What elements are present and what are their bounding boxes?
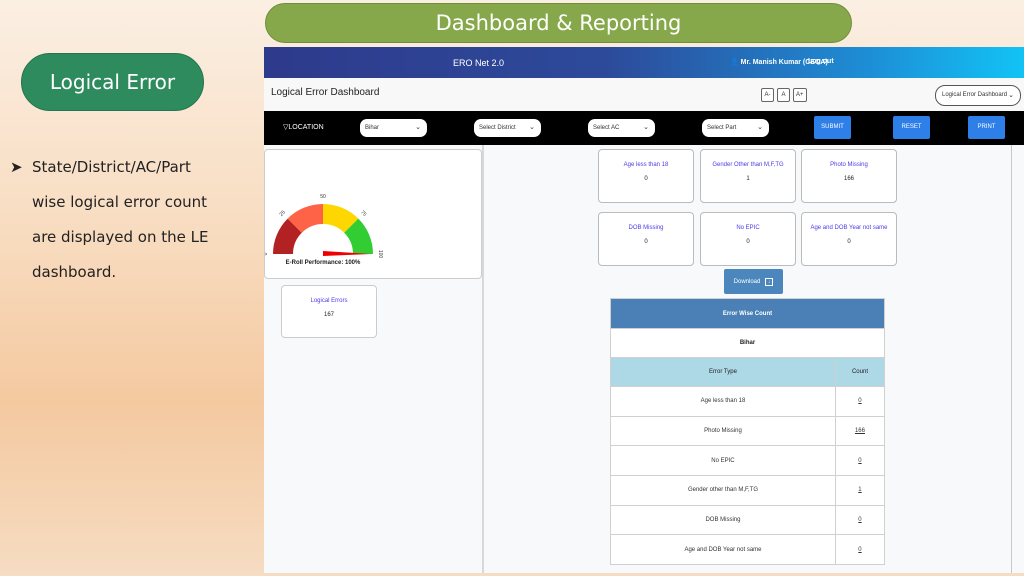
count-link[interactable]: 0 <box>858 547 861 553</box>
ac-select[interactable]: Select AC ⌄ <box>588 119 655 137</box>
font-increase-button[interactable]: A+ <box>793 88 807 102</box>
logout-link[interactable]: Log out <box>808 58 834 65</box>
app-screenshot: ERO Net 2.0 👤 Mr. Manish Kumar (CEOA) Lo… <box>264 47 1024 573</box>
metric-card[interactable]: Age and DOB Year not same 0 <box>801 212 897 266</box>
state-select[interactable]: Bihar ⌄ <box>360 119 427 137</box>
bullet-line: dashboard. <box>32 263 117 281</box>
count-link[interactable]: 1 <box>858 487 861 493</box>
table-title: Error Wise Count <box>610 298 885 329</box>
metric-card[interactable]: No EPIC 0 <box>700 212 796 266</box>
district-select[interactable]: Select District ⌄ <box>474 119 541 137</box>
download-icon: ↓ <box>765 277 774 286</box>
submit-button[interactable]: SUBMIT <box>814 116 851 139</box>
gauge-tick-label: 75 <box>359 210 367 218</box>
logical-errors-card[interactable]: Logical Errors 167 <box>281 285 377 338</box>
performance-gauge-card: 0 25 50 75 100 E-Roll Performance: 100% <box>264 149 482 279</box>
scrollbar[interactable] <box>1011 145 1012 573</box>
table-row: Gender other than M,F,TG 1 <box>610 475 886 506</box>
count-link[interactable]: 0 <box>858 517 861 523</box>
chevron-down-icon: ⌄ <box>1008 92 1014 99</box>
count-link[interactable]: 0 <box>858 458 861 464</box>
bullet-line: ➤ State/District/AC/Part <box>8 150 258 185</box>
chevron-down-icon: ⌄ <box>529 124 535 131</box>
performance-gauge: 0 25 50 75 100 E-Roll Performance: 100% <box>264 194 383 266</box>
column-header-error-type: Error Type <box>610 357 836 387</box>
bullet-description: ➤ State/District/AC/Part wise logical err… <box>8 150 258 290</box>
count-link[interactable]: 166 <box>855 428 865 434</box>
metric-card[interactable]: Age less than 18 0 <box>598 149 694 203</box>
font-decrease-button[interactable]: A- <box>761 88 774 102</box>
metric-card[interactable]: Gender Other than M,F,TG 1 <box>700 149 796 203</box>
error-wise-count-table: Error Wise Count Bihar Error Type Count … <box>610 298 886 566</box>
top-navbar: ERO Net 2.0 👤 Mr. Manish Kumar (CEOA) Lo… <box>264 47 1024 78</box>
card-title: Logical Errors <box>310 298 348 304</box>
table-row: Age less than 18 0 <box>610 386 886 417</box>
bullet-line: are displayed on the LE <box>32 228 209 246</box>
gauge-label: E-Roll Performance: 100% <box>286 260 361 266</box>
download-button[interactable]: Download ↓ <box>724 269 783 294</box>
table-row: Photo Missing 166 <box>610 415 886 447</box>
filter-bar: ▽LOCATION Bihar ⌄ Select District ⌄ Select… <box>264 111 1024 145</box>
table-row: No EPIC 0 <box>610 445 886 477</box>
page-title: Logical Error Dashboard <box>271 87 380 98</box>
gauge-tick-label: 0 <box>265 252 269 255</box>
user-icon: 👤 <box>730 59 739 66</box>
gauge-tick-label: 50 <box>320 194 326 200</box>
part-select[interactable]: Select Part ⌄ <box>702 119 769 137</box>
chevron-down-icon: ⌄ <box>643 124 649 131</box>
arrow-bullet-icon: ➤ <box>10 158 23 176</box>
count-link[interactable]: 0 <box>858 398 861 404</box>
table-row: DOB Missing 0 <box>610 504 886 536</box>
left-panel: 0 25 50 75 100 E-Roll Performance: 100% Logic… <box>264 145 484 573</box>
table-row: Age and DOB Year not same 0 <box>610 534 886 566</box>
table-state: Bihar <box>610 328 885 358</box>
slide-title: Dashboard & Reporting <box>265 3 852 43</box>
brand-name: ERO Net 2.0 <box>453 58 505 68</box>
location-filter-label: ▽LOCATION <box>283 124 324 131</box>
font-reset-button[interactable]: A <box>777 88 790 102</box>
font-size-controls: A- A A+ <box>761 88 807 102</box>
print-button[interactable]: PRINT <box>968 116 1005 139</box>
card-value: 167 <box>323 312 334 318</box>
chevron-down-icon: ⌄ <box>415 124 421 131</box>
section-label: Logical Error <box>21 53 204 111</box>
bullet-line: wise logical error count <box>32 193 208 211</box>
gauge-tick-label: 100 <box>377 250 383 259</box>
metric-card[interactable]: DOB Missing 0 <box>598 212 694 266</box>
column-header-count: Count <box>834 357 886 387</box>
page-header: Logical Error Dashboard A- A A+ Logical … <box>264 78 1024 111</box>
reset-button[interactable]: RESET <box>893 116 930 139</box>
gauge-tick-label: 25 <box>279 209 287 217</box>
dashboard-select[interactable]: Logical Error Dashboard ⌄ <box>935 85 1021 106</box>
chevron-down-icon: ⌄ <box>757 124 763 131</box>
metric-card[interactable]: Photo Missing 166 <box>801 149 897 203</box>
